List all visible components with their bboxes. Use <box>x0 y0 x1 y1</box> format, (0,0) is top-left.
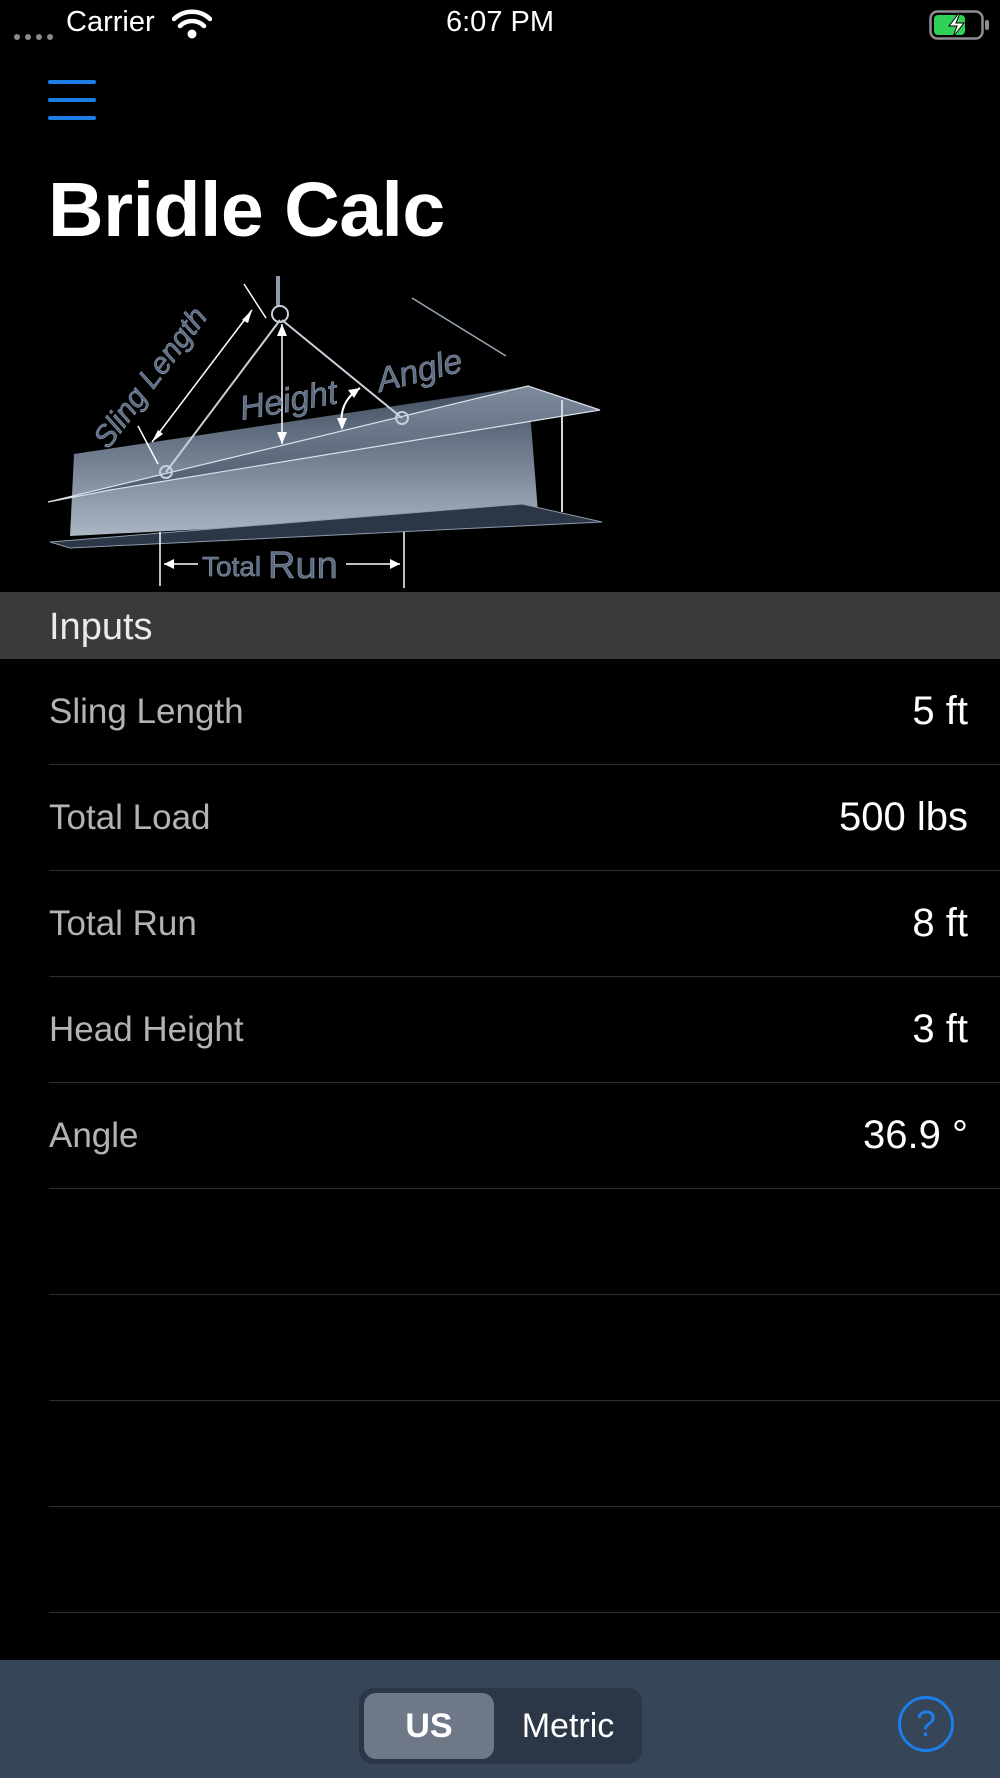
units-segmented-control: US Metric <box>359 1688 642 1764</box>
bottom-toolbar: US Metric ? <box>0 1660 1000 1778</box>
input-label: Total Run <box>49 904 197 943</box>
input-row-head-height[interactable]: Head Height 3 ft <box>0 977 1000 1083</box>
input-value[interactable]: 36.9 ° <box>863 1113 968 1158</box>
input-value[interactable]: 500 lbs <box>839 795 968 840</box>
help-button[interactable]: ? <box>898 1696 954 1752</box>
input-label: Head Height <box>49 1010 244 1049</box>
clock-time: 6:07 PM <box>446 6 554 38</box>
inputs-section-header: Inputs <box>0 592 1000 659</box>
input-row-total-load[interactable]: Total Load 500 lbs <box>0 765 1000 871</box>
input-label: Sling Length <box>49 692 244 731</box>
input-label: Angle <box>49 1116 139 1155</box>
status-bar: Carrier 6:07 PM <box>0 0 1000 48</box>
empty-row <box>0 1295 1000 1401</box>
input-row-total-run[interactable]: Total Run 8 ft <box>0 871 1000 977</box>
diagram-label-total: Total <box>202 551 261 582</box>
question-mark-icon: ? <box>915 1703 937 1744</box>
input-value[interactable]: 5 ft <box>912 689 968 734</box>
input-value[interactable]: 3 ft <box>912 1007 968 1052</box>
input-row-sling-length[interactable]: Sling Length 5 ft <box>0 659 1000 765</box>
units-metric-segment[interactable]: Metric <box>499 1693 637 1759</box>
units-us-segment[interactable]: US <box>364 1693 494 1759</box>
empty-row <box>0 1401 1000 1507</box>
page-title: Bridle Calc <box>48 167 445 253</box>
battery-charging-icon <box>929 10 991 45</box>
bridle-diagram: Sling Length Height Angle Total Run <box>46 276 606 588</box>
diagram-label-run: Run <box>268 545 338 587</box>
hamburger-menu-icon <box>48 80 96 84</box>
input-label: Total Load <box>49 798 211 837</box>
inputs-list: Sling Length 5 ft Total Load 500 lbs Tot… <box>0 659 1000 1613</box>
empty-row <box>0 1189 1000 1295</box>
inputs-header-label: Inputs <box>49 606 153 648</box>
diagram-label-sling-length: Sling Length <box>87 301 214 454</box>
diagram-label-angle: Angle <box>371 342 467 400</box>
input-row-angle[interactable]: Angle 36.9 ° <box>0 1083 1000 1189</box>
input-value[interactable]: 8 ft <box>912 901 968 946</box>
menu-button[interactable] <box>46 78 98 122</box>
empty-row <box>0 1507 1000 1613</box>
